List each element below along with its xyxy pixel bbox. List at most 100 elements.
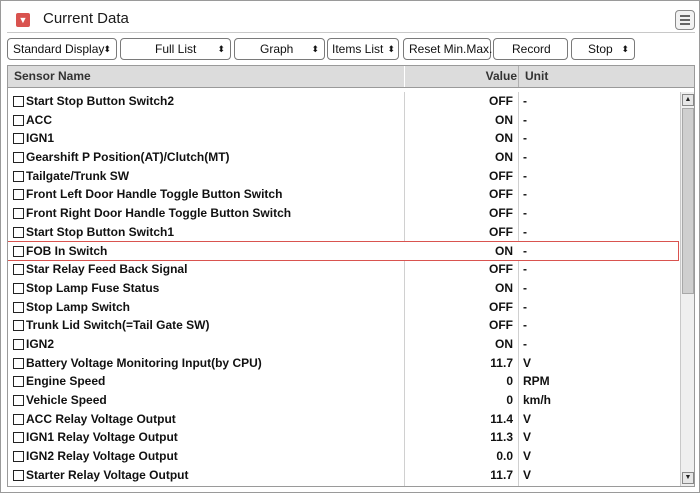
sensor-name: IGN1 [26, 131, 55, 146]
toolbar: Standard Display ⬍ Full List ⬍ Graph ⬍ I… [1, 38, 699, 62]
chevron-down-icon[interactable]: ▼ [16, 13, 30, 27]
table-row[interactable]: ACC Relay Voltage Output 11.4 V [8, 410, 678, 429]
stop-select[interactable]: Stop ⬍ [571, 38, 635, 60]
reset-min-max-label: Reset Min.Max. [409, 42, 493, 56]
sensor-unit: - [523, 168, 527, 183]
row-checkbox[interactable] [13, 264, 24, 276]
column-header-value[interactable]: Value [404, 66, 517, 87]
table-row[interactable]: IGN2 ON - [8, 335, 678, 354]
row-checkbox[interactable] [13, 413, 24, 425]
sensor-name: Start Stop Button Switch1 [26, 224, 174, 239]
divider [7, 32, 695, 33]
graph-select[interactable]: Graph ⬍ [234, 38, 325, 60]
sensor-name: IGN1 Relay Voltage Output [26, 430, 178, 445]
row-checkbox[interactable] [13, 320, 24, 332]
table-row[interactable]: Trunk Lid Switch(=Tail Gate SW) OFF - [8, 316, 678, 335]
sensor-value: ON [495, 243, 513, 258]
row-checkbox[interactable] [13, 376, 24, 388]
table-row[interactable]: Vehicle Speed 0 km/h [8, 391, 678, 410]
row-checkbox[interactable] [13, 451, 24, 463]
items-list-select[interactable]: Items List ⬍ [327, 38, 399, 60]
updown-icon: ⬍ [621, 44, 629, 54]
sensor-unit: V [523, 411, 532, 426]
row-checkbox[interactable] [13, 189, 24, 201]
row-checkbox[interactable] [13, 208, 24, 220]
sensor-value: ON [495, 150, 513, 165]
sensor-unit: V [523, 355, 532, 370]
sensor-unit: - [523, 280, 527, 295]
row-checkbox[interactable] [13, 114, 24, 126]
graph-label: Graph [260, 42, 294, 56]
sensor-value: 0 [506, 393, 513, 407]
sensor-unit: RPM [523, 374, 550, 389]
standard-display-label: Standard Display [13, 42, 105, 56]
sensor-value: OFF [489, 262, 513, 277]
table-row[interactable]: Starter Relay Voltage Output 11.7 V [8, 466, 678, 485]
table-row[interactable]: Gearshift P Position(AT)/Clutch(MT) ON - [8, 148, 678, 167]
sensor-name: Starter Relay Voltage Output [26, 467, 189, 482]
row-checkbox[interactable] [13, 133, 24, 145]
sensor-name: Star Relay Feed Back Signal [26, 262, 188, 277]
table-row[interactable]: Stop Lamp Fuse Status ON - [8, 279, 678, 298]
column-header-unit[interactable]: Unit [518, 66, 694, 87]
sensor-table: Sensor Name Value Unit Start Stop Button… [7, 65, 695, 487]
row-checkbox[interactable] [13, 170, 24, 182]
updown-icon: ⬍ [311, 44, 319, 54]
sensor-name: Battery Voltage Monitoring Input(by CPU) [26, 355, 262, 370]
record-label: Record [512, 42, 551, 56]
full-list-select[interactable]: Full List ⬍ [120, 38, 231, 60]
record-button[interactable]: Record [493, 38, 568, 60]
full-list-label: Full List [155, 42, 197, 56]
sensor-unit: - [523, 224, 527, 239]
standard-display-select[interactable]: Standard Display ⬍ [7, 38, 117, 60]
row-checkbox[interactable] [13, 432, 24, 444]
table-row[interactable]: Start Stop Button Switch1 OFF - [8, 223, 678, 242]
row-checkbox[interactable] [13, 357, 24, 369]
row-checkbox[interactable] [13, 245, 24, 257]
sensor-name: Vehicle Speed [26, 393, 107, 407]
row-checkbox[interactable] [13, 395, 24, 406]
row-checkbox[interactable] [13, 152, 24, 164]
table-row[interactable]: IGN1 Relay Voltage Output 11.3 V [8, 428, 678, 447]
sensor-value: ON [495, 112, 513, 127]
scroll-down-icon[interactable]: ▼ [682, 472, 694, 484]
table-row[interactable]: Front Right Door Handle Toggle Button Sw… [8, 204, 678, 223]
sensor-name: Engine Speed [26, 374, 106, 389]
table-row[interactable]: Star Relay Feed Back Signal OFF - [8, 260, 678, 279]
items-list-label: Items List [332, 42, 384, 56]
updown-icon: ⬍ [217, 44, 225, 54]
table-row[interactable]: Tailgate/Trunk SW OFF - [8, 167, 678, 186]
table-row[interactable]: IGN1 ON - [8, 129, 678, 148]
sensor-value: OFF [489, 318, 513, 333]
table-row[interactable]: Stop Lamp Switch OFF - [8, 298, 678, 317]
sensor-unit: V [523, 449, 532, 464]
scrollbar-thumb[interactable] [682, 108, 694, 294]
row-checkbox[interactable] [13, 96, 24, 107]
table-row[interactable]: Battery Voltage Monitoring Input(by CPU)… [8, 354, 678, 373]
vertical-scrollbar[interactable]: ▲ ▼ [680, 92, 694, 486]
column-header-sensor-name[interactable]: Sensor Name [14, 66, 91, 87]
table-header: Sensor Name Value Unit [8, 66, 694, 88]
current-data-panel: ▼ Current Data Standard Display ⬍ Full L… [0, 0, 700, 493]
row-checkbox[interactable] [13, 282, 24, 294]
row-checkbox[interactable] [13, 301, 24, 313]
sensor-value: 0.0 [496, 449, 513, 464]
sensor-unit: - [523, 318, 527, 333]
sensor-value: OFF [489, 94, 513, 108]
reset-min-max-button[interactable]: Reset Min.Max. [403, 38, 493, 60]
row-checkbox[interactable] [13, 469, 24, 481]
table-row[interactable]: Engine Speed 0 RPM [8, 372, 678, 391]
list-menu-icon[interactable] [675, 10, 695, 30]
scroll-up-icon[interactable]: ▲ [682, 94, 694, 106]
table-row[interactable]: IGN2 Relay Voltage Output 0.0 V [8, 447, 678, 466]
sensor-value: 11.7 [490, 467, 513, 482]
table-row[interactable]: Start Stop Button Switch2 OFF - [8, 92, 678, 111]
table-row[interactable]: Front Left Door Handle Toggle Button Swi… [8, 185, 678, 204]
sensor-unit: - [523, 262, 527, 277]
row-checkbox[interactable] [13, 338, 24, 350]
row-checkbox[interactable] [13, 226, 24, 238]
table-row[interactable]: ACC ON - [8, 111, 678, 130]
table-row[interactable]: FOB In Switch ON - [8, 240, 679, 262]
sensor-unit: km/h [523, 393, 552, 407]
sensor-value: OFF [489, 206, 513, 221]
